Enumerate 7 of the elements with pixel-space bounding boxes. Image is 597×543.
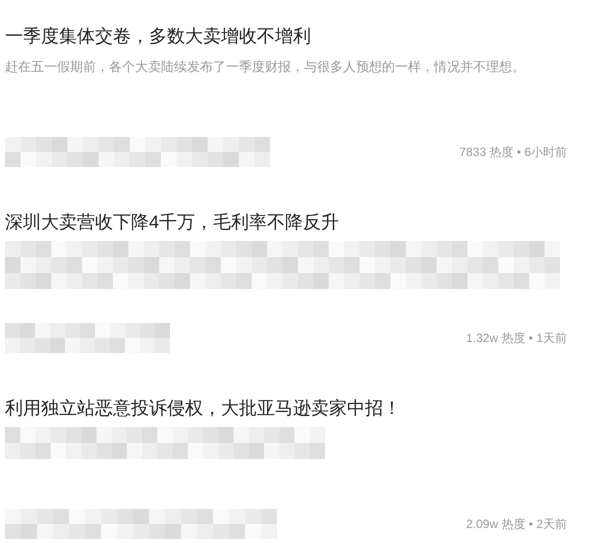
- article-summary: 赶在五一假期前，各个大卖陆续发布了一季度财报，与很多人预想的一样，情况并不理想。: [5, 58, 526, 76]
- article-title[interactable]: 利用独立站恶意投诉侵权，大批亚马逊卖家中招！: [5, 397, 592, 419]
- article-meta: 1.32w 热度 • 1天前: [466, 330, 567, 347]
- article-meta: 2.09w 热度 • 2天前: [466, 516, 567, 533]
- article-title[interactable]: 一季度集体交卷，多数大卖增收不增利: [5, 25, 592, 47]
- article-meta: 7833 热度 • 6小时前: [459, 144, 567, 161]
- article-title[interactable]: 深圳大卖营收下降4千万，毛利率不降反升: [5, 211, 592, 233]
